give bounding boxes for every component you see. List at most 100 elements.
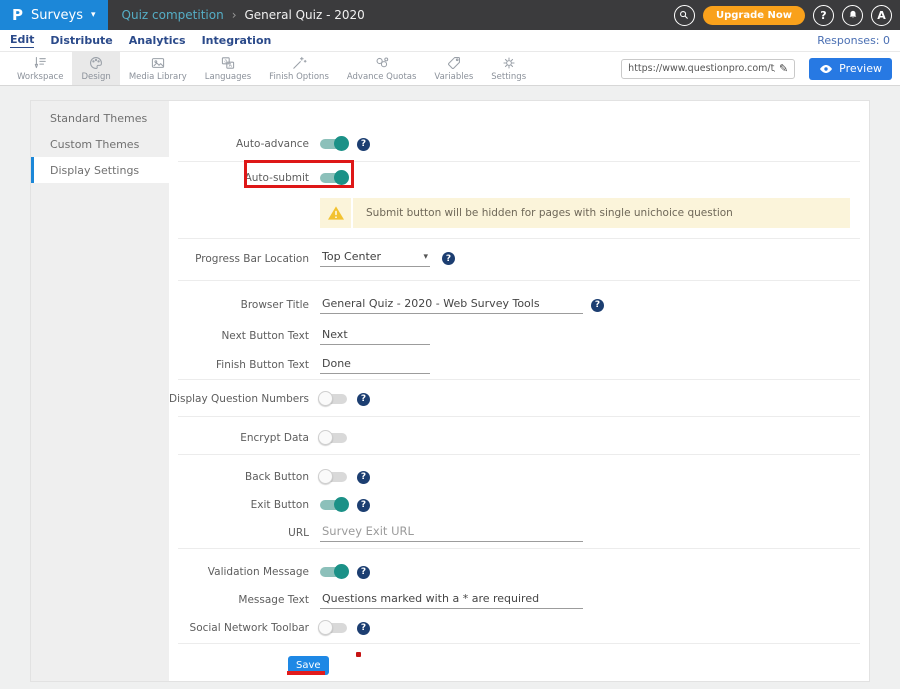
validation-message-toggle[interactable] (320, 567, 347, 577)
variables-icon (446, 55, 462, 71)
breadcrumb-current: General Quiz - 2020 (245, 8, 365, 22)
back-button-toggle[interactable] (320, 472, 347, 482)
sidebar-item-standard-themes[interactable]: Standard Themes (31, 105, 169, 131)
encrypt-data-row: Encrypt Data (169, 426, 869, 450)
help-icon[interactable] (357, 622, 370, 635)
help-icon[interactable] (357, 499, 370, 512)
display-question-numbers-row: Display Question Numbers (169, 387, 869, 411)
auto-advance-toggle[interactable] (320, 139, 347, 149)
toolbar-item-media-library[interactable]: Media Library (120, 52, 196, 85)
breadcrumb-parent[interactable]: Quiz competition (122, 8, 224, 22)
section-divider (178, 161, 860, 162)
nav-tab-integration[interactable]: Integration (202, 34, 272, 48)
nav-tab-distribute[interactable]: Distribute (50, 34, 112, 48)
notifications-button[interactable] (842, 5, 863, 26)
progress-bar-location-row: Progress Bar Location Top Center ▾ (169, 246, 869, 271)
toolbar-right: ✎ Preview (621, 52, 900, 85)
themes-sidebar: Standard Themes Custom Themes Display Se… (31, 101, 169, 681)
avatar[interactable]: A (871, 5, 892, 26)
encrypt-data-toggle[interactable] (320, 433, 347, 443)
progress-bar-location-value: Top Center (322, 250, 381, 263)
preview-button[interactable]: Preview (809, 58, 892, 80)
product-menu[interactable]: P Surveys ▾ (0, 0, 108, 30)
preview-button-label: Preview (839, 62, 882, 75)
toggle-knob (334, 497, 349, 512)
help-icon[interactable] (591, 299, 604, 312)
toggle-knob (318, 469, 333, 484)
toolbar-item-settings[interactable]: Settings (482, 52, 535, 85)
section-divider (178, 416, 860, 417)
toolbar-item-design[interactable]: Design (72, 52, 119, 85)
responses-count[interactable]: Responses: 0 (817, 34, 890, 47)
edit-url-icon[interactable]: ✎ (779, 62, 788, 75)
encrypt-data-label: Encrypt Data (169, 432, 309, 444)
progress-bar-location-select[interactable]: Top Center ▾ (320, 250, 430, 267)
back-button-label: Back Button (169, 471, 309, 483)
progress-bar-location-label: Progress Bar Location (169, 253, 309, 265)
toolbar-item-advance-quotas[interactable]: Advance Quotas (338, 52, 426, 85)
sidebar-item-custom-themes[interactable]: Custom Themes (31, 131, 169, 157)
next-button-text-label: Next Button Text (169, 330, 309, 342)
display-question-numbers-toggle[interactable] (320, 394, 347, 404)
exit-url-input[interactable] (320, 524, 583, 542)
section-divider (178, 379, 860, 380)
survey-url-box: ✎ (621, 59, 795, 79)
display-question-numbers-label: Display Question Numbers (169, 393, 309, 405)
toolbar-item-workspace[interactable]: Workspace (8, 52, 72, 85)
toggle-knob (318, 391, 333, 406)
search-button[interactable] (674, 5, 695, 26)
help-button[interactable] (813, 5, 834, 26)
exit-button-toggle[interactable] (320, 500, 347, 510)
survey-url-input[interactable] (628, 63, 775, 74)
toolbar-item-languages[interactable]: a A Languages (196, 52, 260, 85)
nav-tab-analytics[interactable]: Analytics (129, 34, 186, 48)
design-toolbar: Workspace Design Media Library a A Langu… (0, 52, 900, 86)
finish-button-text-row: Finish Button Text (169, 352, 869, 378)
advance-quotas-icon (374, 55, 390, 71)
validation-message-row: Validation Message (169, 560, 869, 584)
help-icon[interactable] (357, 471, 370, 484)
search-icon (678, 9, 690, 21)
next-button-text-row: Next Button Text (169, 323, 869, 349)
top-header: P Surveys ▾ Quiz competition › General Q… (0, 0, 900, 30)
product-menu-label: Surveys (31, 8, 83, 23)
next-button-text-input[interactable] (320, 327, 430, 345)
breadcrumb-separator-icon: › (232, 8, 237, 22)
help-icon[interactable] (357, 566, 370, 579)
toggle-knob (318, 620, 333, 635)
bell-icon (847, 9, 859, 21)
finish-options-icon (291, 55, 307, 71)
toolbar-item-finish-options[interactable]: Finish Options (260, 52, 338, 85)
exit-button-label: Exit Button (169, 499, 309, 511)
help-icon[interactable] (357, 138, 370, 151)
warning-icon (327, 205, 345, 221)
chevron-down-icon: ▾ (423, 252, 428, 262)
exit-url-label: URL (169, 527, 309, 539)
social-network-toolbar-toggle[interactable] (320, 623, 347, 633)
toggle-knob (334, 170, 349, 185)
nav-tab-edit[interactable]: Edit (10, 33, 34, 48)
help-icon[interactable] (442, 252, 455, 265)
auto-advance-row: Auto-advance (169, 129, 869, 159)
message-text-row: Message Text (169, 587, 869, 613)
sidebar-item-display-settings[interactable]: Display Settings (31, 157, 169, 183)
languages-icon: a A (220, 55, 236, 71)
auto-submit-row: Auto-submit (169, 163, 869, 193)
toggle-knob (334, 136, 349, 151)
browser-title-label: Browser Title (169, 299, 309, 311)
finish-button-text-input[interactable] (320, 356, 430, 374)
message-text-input[interactable] (320, 591, 583, 609)
save-button[interactable]: Save (288, 656, 329, 675)
warning-banner: Submit button will be hidden for pages w… (320, 198, 850, 228)
finish-button-text-label: Finish Button Text (169, 359, 309, 371)
upgrade-now-button[interactable]: Upgrade Now (703, 6, 805, 25)
display-settings-panel: Standard Themes Custom Themes Display Se… (30, 100, 870, 682)
exit-button-row: Exit Button (169, 493, 869, 517)
auto-submit-toggle[interactable] (320, 173, 347, 183)
browser-title-input[interactable] (320, 296, 583, 314)
toggle-knob (334, 564, 349, 579)
help-icon[interactable] (357, 393, 370, 406)
settings-form: Auto-advance Auto-submit Submit button w… (169, 101, 869, 681)
toolbar-item-variables[interactable]: Variables (425, 52, 482, 85)
back-button-row: Back Button (169, 465, 869, 489)
